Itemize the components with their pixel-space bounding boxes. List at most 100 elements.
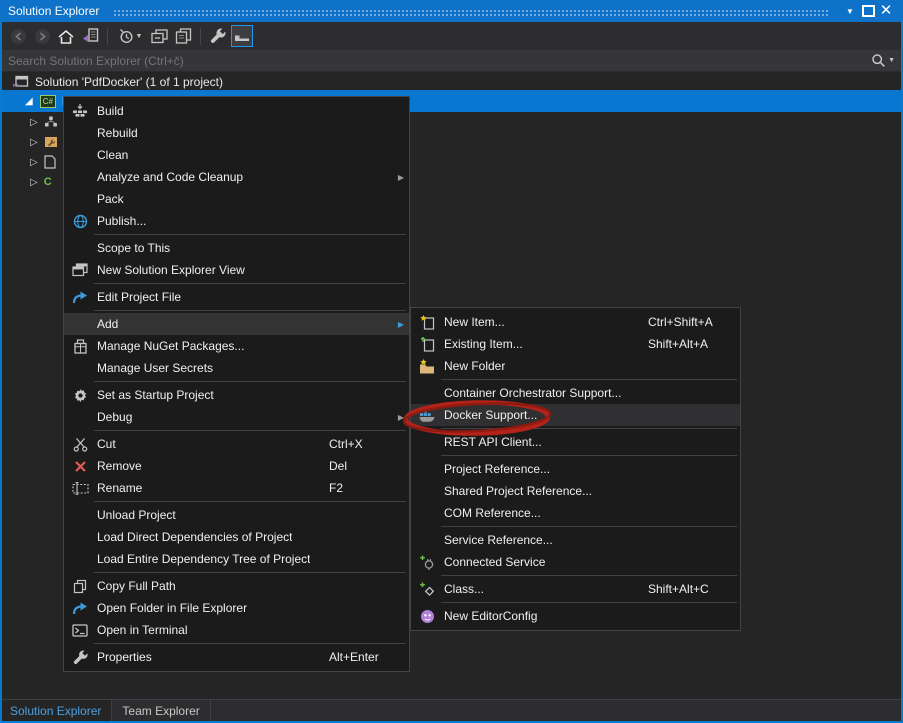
search-options-caret-icon[interactable]: ▼: [888, 57, 895, 64]
menu-item-cut[interactable]: CutCtrl+X: [64, 433, 409, 455]
menu-item-unload-project[interactable]: Unload Project: [64, 504, 409, 526]
tab-team-explorer[interactable]: Team Explorer: [112, 700, 210, 721]
menu-item-publish[interactable]: Publish...: [64, 210, 409, 232]
menu-item-load-direct-dependencies[interactable]: Load Direct Dependencies of Project: [64, 526, 409, 548]
submenu-item-new-folder[interactable]: New Folder: [411, 355, 740, 377]
sync-with-active-document-icon: [82, 28, 99, 44]
submenu-item-service-reference[interactable]: Service Reference...: [411, 529, 740, 551]
menu-item-debug[interactable]: Debug ▶: [64, 406, 409, 428]
home-button[interactable]: [55, 25, 77, 47]
search-icon[interactable]: [871, 53, 886, 68]
connected-service-icon: [416, 555, 438, 570]
tab-solution-explorer[interactable]: Solution Explorer: [0, 700, 112, 721]
new-solution-explorer-view-icon: [69, 263, 91, 277]
collapsed-arrow-icon[interactable]: ▷: [30, 157, 38, 168]
collapse-all-icon: [151, 29, 168, 44]
editorconfig-icon: [416, 609, 438, 624]
submenu-item-new-editorconfig[interactable]: New EditorConfig: [411, 605, 740, 627]
copy-icon: [69, 579, 91, 594]
menu-item-open-folder-in-file-explorer[interactable]: Open Folder in File Explorer: [64, 597, 409, 619]
submenu-item-class[interactable]: Class...Shift+Alt+C: [411, 578, 740, 600]
menu-item-manage-user-secrets[interactable]: Manage User Secrets: [64, 357, 409, 379]
collapsed-arrow-icon[interactable]: ▷: [30, 177, 38, 188]
menu-separator: [441, 379, 737, 380]
menu-separator: [441, 602, 737, 603]
dependencies-icon: [44, 116, 58, 128]
new-folder-icon: [416, 359, 438, 374]
show-all-files-button[interactable]: [172, 25, 194, 47]
submenu-item-new-item[interactable]: New Item...Ctrl+Shift+A: [411, 311, 740, 333]
submenu-item-existing-item[interactable]: Existing Item...Shift+Alt+A: [411, 333, 740, 355]
menu-item-set-as-startup-project[interactable]: Set as Startup Project: [64, 384, 409, 406]
submenu-item-docker-support[interactable]: Docker Support...: [411, 404, 740, 426]
menu-separator: [94, 430, 406, 431]
pending-changes-filter-button[interactable]: ▼: [114, 25, 146, 47]
window-position-button[interactable]: ▼: [841, 2, 859, 20]
forward-icon: [34, 28, 51, 45]
preview-selected-items-toggle[interactable]: [231, 25, 253, 47]
scissors-icon: [69, 437, 91, 452]
menu-separator: [94, 283, 406, 284]
toolbar-separator: [107, 28, 108, 45]
collapsed-arrow-icon[interactable]: ▷: [30, 117, 38, 128]
submenu-arrow-icon: ▶: [398, 166, 404, 188]
collapse-all-button[interactable]: [148, 25, 170, 47]
menu-item-remove[interactable]: RemoveDel: [64, 455, 409, 477]
menu-separator: [441, 428, 737, 429]
menu-separator: [94, 310, 406, 311]
forward-button[interactable]: [31, 25, 53, 47]
solution-node[interactable]: Solution 'PdfDocker' (1 of 1 project): [0, 72, 903, 91]
solution-label: Solution 'PdfDocker' (1 of 1 project): [35, 75, 223, 89]
menu-item-open-in-terminal[interactable]: Open in Terminal: [64, 619, 409, 641]
menu-item-rename[interactable]: RenameF2: [64, 477, 409, 499]
submenu-item-com-reference[interactable]: COM Reference...: [411, 502, 740, 524]
back-icon: [10, 28, 27, 45]
menu-item-new-solution-explorer-view[interactable]: New Solution Explorer View: [64, 259, 409, 281]
menu-item-clean[interactable]: Clean: [64, 144, 409, 166]
docker-icon: [416, 408, 438, 423]
menu-item-copy-full-path[interactable]: Copy Full Path: [64, 575, 409, 597]
menu-item-load-entire-dependency-tree[interactable]: Load Entire Dependency Tree of Project: [64, 548, 409, 570]
close-button[interactable]: ✕: [877, 2, 895, 20]
collapsed-arrow-icon[interactable]: ▷: [30, 137, 38, 148]
submenu-item-container-orchestrator-support[interactable]: Container Orchestrator Support...: [411, 382, 740, 404]
menu-item-properties[interactable]: PropertiesAlt+Enter: [64, 646, 409, 668]
submenu-item-project-reference[interactable]: Project Reference...: [411, 458, 740, 480]
csharp-file-icon: C: [44, 176, 52, 188]
tool-window-tab-bar: Solution Explorer Team Explorer: [0, 699, 903, 721]
class-icon: [416, 582, 438, 597]
sync-with-active-document-button[interactable]: [79, 25, 101, 47]
search-input[interactable]: [8, 54, 871, 68]
menu-item-scope-to-this[interactable]: Scope to This: [64, 237, 409, 259]
properties-folder-icon: [44, 136, 58, 148]
open-folder-icon: [69, 602, 91, 615]
maximize-button[interactable]: [859, 2, 877, 20]
submenu-item-connected-service[interactable]: Connected Service: [411, 551, 740, 573]
menu-separator: [94, 381, 406, 382]
menu-item-add[interactable]: Add ▶: [64, 313, 409, 335]
filter-dropdown-caret-icon: ▼: [136, 33, 143, 40]
csharp-project-icon: C#: [40, 95, 56, 108]
wrench-icon: [69, 650, 91, 665]
submenu-item-rest-api-client[interactable]: REST API Client...: [411, 431, 740, 453]
menu-item-manage-nuget-packages[interactable]: Manage NuGet Packages...: [64, 335, 409, 357]
build-icon: [69, 104, 91, 118]
menu-item-edit-project-file[interactable]: Edit Project File: [64, 286, 409, 308]
back-button[interactable]: [7, 25, 29, 47]
menu-separator: [94, 234, 406, 235]
expanded-arrow-icon[interactable]: ◢: [25, 96, 33, 107]
properties-button[interactable]: [207, 25, 229, 47]
submenu-arrow-icon: ▶: [398, 406, 404, 428]
menu-item-rebuild[interactable]: Rebuild: [64, 122, 409, 144]
menu-separator: [441, 575, 737, 576]
chevron-down-icon: ▼: [846, 7, 854, 16]
menu-item-pack[interactable]: Pack: [64, 188, 409, 210]
menu-item-analyze-and-code-cleanup[interactable]: Analyze and Code Cleanup ▶: [64, 166, 409, 188]
pending-changes-filter-icon: [118, 28, 134, 44]
titlebar-drag-grip[interactable]: [113, 9, 829, 16]
project-context-menu: Build Rebuild Clean Analyze and Code Cle…: [63, 96, 410, 672]
submenu-item-shared-project-reference[interactable]: Shared Project Reference...: [411, 480, 740, 502]
window-title: Solution Explorer: [8, 4, 99, 18]
menu-item-build[interactable]: Build: [64, 100, 409, 122]
toolbar: ▼: [0, 22, 903, 50]
